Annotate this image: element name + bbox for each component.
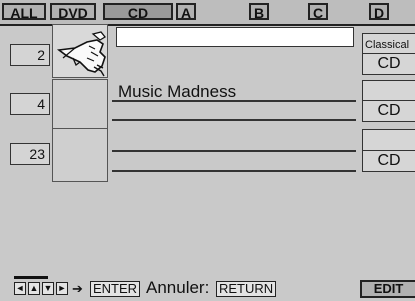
tab-all[interactable]: ALL (2, 3, 46, 21)
arrow-up-icon: ▲ (28, 282, 40, 295)
tab-a[interactable]: A (176, 3, 196, 21)
arrow-right-icon: ► (56, 282, 68, 295)
entry-number[interactable]: 4 (10, 93, 50, 115)
return-key: RETURN (216, 281, 277, 297)
edit-button[interactable]: EDIT (360, 280, 415, 298)
entry-format[interactable]: CD (362, 53, 415, 75)
entry-subtitle-underline (112, 119, 356, 121)
enter-key: ENTER (90, 281, 141, 297)
entry-format[interactable]: CD (362, 100, 415, 122)
entry-thumbnail[interactable] (52, 79, 108, 133)
entry-title (117, 28, 121, 45)
entry-number[interactable]: 2 (10, 44, 50, 66)
entry-title[interactable]: Music Madness (118, 82, 236, 102)
arrow-down-icon: ▼ (42, 282, 54, 295)
entry-thumbnail[interactable] (52, 24, 108, 78)
focus-indicator (14, 276, 48, 279)
entry-title-underline (112, 150, 356, 152)
cancel-label: Annuler: (146, 278, 210, 297)
tab-cd[interactable]: CD (103, 3, 173, 21)
then-arrow-icon: ➔ (72, 281, 83, 296)
tab-dvd[interactable]: DVD (50, 3, 96, 21)
tab-c[interactable]: C (308, 3, 328, 21)
entry-number[interactable]: 23 (10, 143, 50, 165)
arrow-left-icon: ◄ (14, 282, 26, 295)
conductor-hand-icon (56, 31, 106, 77)
entry-thumbnail[interactable] (52, 128, 108, 182)
entry-title-underline (112, 100, 356, 102)
entry-subtitle-underline (112, 170, 356, 172)
entry-title-field-selected[interactable] (116, 27, 354, 47)
entry-format[interactable]: CD (362, 150, 415, 172)
tab-b[interactable]: B (249, 3, 269, 21)
tab-d[interactable]: D (369, 3, 389, 21)
